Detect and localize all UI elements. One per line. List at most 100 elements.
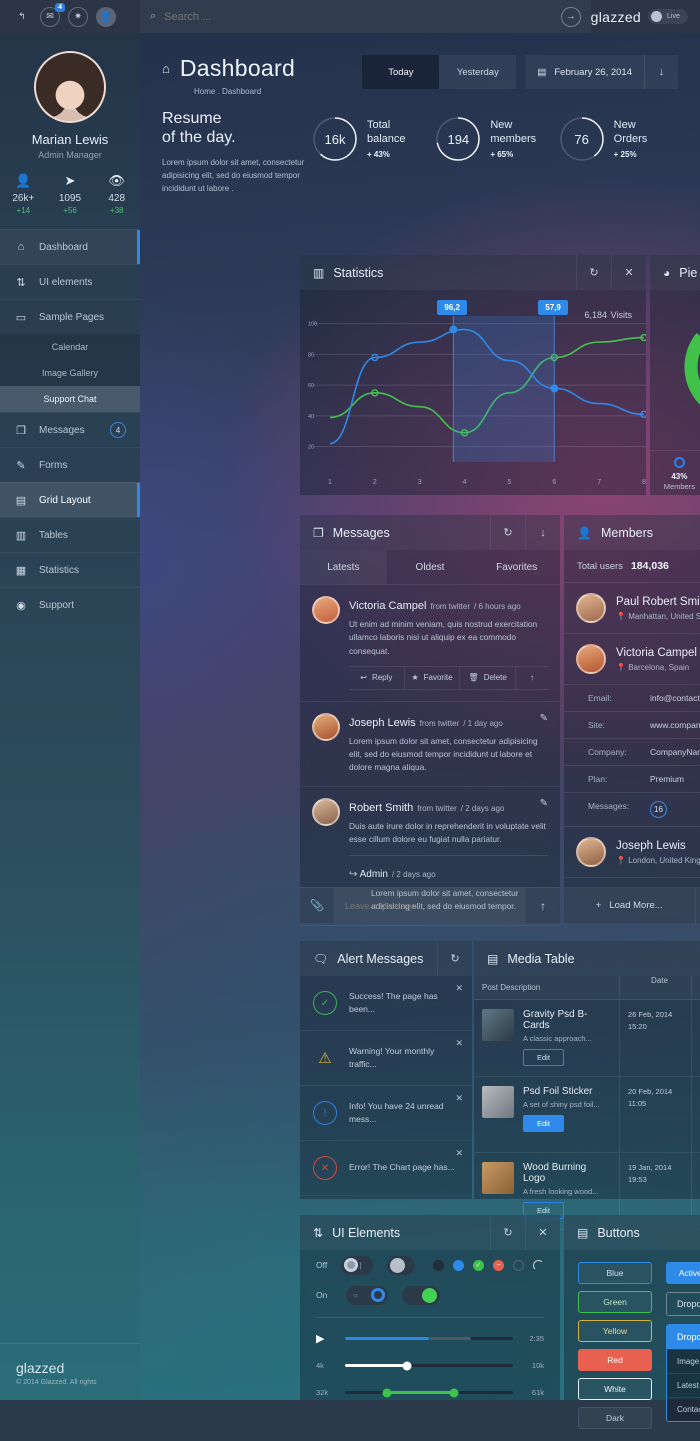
sidebar-item-label: Forms bbox=[39, 460, 67, 471]
tab-oldest[interactable]: Oldest bbox=[387, 550, 474, 584]
dropdown-closed[interactable]: Dropdown ↓ bbox=[666, 1292, 700, 1316]
sidebar-item-ui-elements[interactable]: ⇅UI elements bbox=[0, 264, 140, 299]
svg-text:8: 8 bbox=[642, 479, 646, 486]
tab-yesterday[interactable]: Yesterday bbox=[439, 55, 516, 89]
message-edit-icon[interactable]: ✎ bbox=[540, 713, 548, 724]
toggle-on[interactable] bbox=[402, 1286, 440, 1305]
media-edit-button[interactable]: Edit bbox=[523, 1049, 564, 1066]
message-item: Joseph Lewisfrom twitter/ 1 day agoLorem… bbox=[300, 702, 560, 787]
slider-track[interactable] bbox=[345, 1391, 513, 1394]
tab-latests[interactable]: Latests bbox=[300, 550, 387, 584]
slider-track[interactable] bbox=[345, 1337, 513, 1340]
slider-handle[interactable] bbox=[403, 1361, 412, 1370]
avatar[interactable] bbox=[34, 51, 106, 123]
member-row[interactable]: Joseph Lewis📍 London, United Kingdom+ bbox=[564, 827, 700, 878]
live-toggle[interactable]: Live bbox=[648, 9, 688, 24]
dot-blue[interactable] bbox=[453, 1260, 464, 1271]
dropdown-closed-label: Dropdown bbox=[677, 1299, 700, 1309]
alert-close-icon[interactable]: ✕ bbox=[455, 983, 463, 994]
member-row[interactable]: Victoria Campel📍 Barcelona, Spain✓↑ bbox=[564, 634, 700, 685]
attach-icon[interactable]: 📎 bbox=[300, 888, 334, 923]
media-column-header: Post Description bbox=[474, 976, 620, 999]
dropdown-option[interactable]: Latest Features bbox=[667, 1373, 700, 1397]
state-active[interactable]: Active bbox=[666, 1262, 700, 1284]
sidebar-item-grid-layout[interactable]: ▤Grid Layout bbox=[0, 482, 140, 517]
back-arrow-icon[interactable]: ↰ bbox=[12, 7, 32, 27]
message-input[interactable] bbox=[334, 888, 526, 923]
sidebar-item-forms[interactable]: ✎Forms bbox=[0, 447, 140, 482]
dot-green-check[interactable]: ✓ bbox=[473, 1260, 484, 1271]
button-dark[interactable]: Dark bbox=[578, 1407, 652, 1429]
dropdown-option[interactable]: Contact Us bbox=[667, 1397, 700, 1421]
user-icon[interactable]: 👤 bbox=[96, 7, 116, 27]
media-edit-button[interactable]: Edit bbox=[523, 1115, 564, 1132]
gear-icon[interactable]: ✷ bbox=[68, 7, 88, 27]
alert-close-icon[interactable]: ✕ bbox=[455, 1038, 463, 1049]
dot-red-minus[interactable]: − bbox=[493, 1260, 504, 1271]
search-go-button[interactable]: → bbox=[561, 7, 581, 27]
dot-dark[interactable] bbox=[433, 1260, 444, 1271]
search-bar[interactable]: ⌕ → bbox=[140, 0, 591, 33]
sidebar-item-messages[interactable]: ❐Messages4 bbox=[0, 412, 140, 447]
message-author: Robert Smith bbox=[349, 802, 413, 814]
button-green[interactable]: Green bbox=[578, 1291, 652, 1313]
dot-empty[interactable] bbox=[513, 1260, 524, 1271]
tab-favorites[interactable]: Favorites bbox=[473, 550, 560, 584]
statistics-close-button[interactable]: ✕ bbox=[611, 255, 646, 290]
button-yellow[interactable]: Yellow bbox=[578, 1320, 652, 1342]
statistics-refresh-button[interactable]: ↻ bbox=[576, 255, 611, 290]
ui-refresh-button[interactable]: ↻ bbox=[490, 1215, 525, 1250]
switch-on[interactable]: ○ bbox=[346, 1286, 388, 1305]
date-download-button[interactable]: ↓ bbox=[644, 55, 678, 89]
ui-close-button[interactable]: ✕ bbox=[525, 1215, 560, 1250]
alert-close-icon[interactable]: ✕ bbox=[455, 1093, 463, 1104]
message-action-delete[interactable]: 🗑Delete bbox=[460, 667, 516, 689]
message-action-reply[interactable]: ↩Reply bbox=[349, 667, 405, 689]
slider-handle[interactable] bbox=[450, 1388, 459, 1397]
slider-track[interactable] bbox=[345, 1364, 513, 1367]
dropdown-open-header[interactable]: Dropdown ↑ bbox=[667, 1325, 700, 1349]
button-blue[interactable]: Blue bbox=[578, 1262, 652, 1284]
tab-today[interactable]: Today bbox=[362, 55, 439, 89]
sidebar-item-dashboard[interactable]: ⌂Dashboard bbox=[0, 229, 140, 264]
message-author: Joseph Lewis bbox=[349, 717, 416, 729]
pie-chart-icon: ◕ bbox=[663, 266, 670, 280]
kpi-title: Totalbalance bbox=[367, 119, 406, 147]
members-search-button[interactable]: ⌕Search... bbox=[695, 888, 700, 923]
sidebar-item-tables[interactable]: ▥Tables bbox=[0, 517, 140, 552]
message-collapse-button[interactable]: ↑ bbox=[516, 667, 548, 689]
alert-close-icon[interactable]: ✕ bbox=[455, 1148, 463, 1159]
avatar bbox=[312, 596, 340, 624]
message-source: from twitter bbox=[417, 804, 457, 813]
message-edit-icon[interactable]: ✎ bbox=[540, 798, 548, 809]
members-loadmore-button[interactable]: +Load More... bbox=[564, 888, 695, 923]
avatar bbox=[576, 837, 606, 867]
slider-handle[interactable] bbox=[383, 1388, 392, 1397]
sidebar-subitem-image-gallery[interactable]: Image Gallery bbox=[0, 360, 140, 386]
sidebar-item-sample-pages[interactable]: ▭Sample Pages bbox=[0, 299, 140, 334]
legend-name: Members bbox=[650, 482, 700, 491]
sidebar-subitem-calendar[interactable]: Calendar bbox=[0, 334, 140, 360]
date-selector[interactable]: ▤ February 26, 2014 bbox=[525, 55, 644, 89]
sidebar-badge: 4 bbox=[110, 422, 126, 438]
sidebar-item-support[interactable]: ◉Support bbox=[0, 587, 140, 622]
button-red[interactable]: Red bbox=[578, 1349, 652, 1371]
message-source: from twitter bbox=[430, 602, 470, 611]
toggle-off[interactable] bbox=[387, 1256, 415, 1275]
dropdown-option[interactable]: Image Gallery bbox=[667, 1349, 700, 1373]
message-action-favorite[interactable]: ★Favorite bbox=[405, 667, 461, 689]
messages-refresh-button[interactable]: ↻ bbox=[490, 515, 525, 550]
sidebar-item-statistics[interactable]: ▦Statistics bbox=[0, 552, 140, 587]
home-icon: ⌂ bbox=[162, 61, 170, 76]
mail-icon[interactable]: ✉ 4 bbox=[40, 7, 60, 27]
messages-down-button[interactable]: ↓ bbox=[525, 515, 560, 550]
alerts-refresh-button[interactable]: ↻ bbox=[437, 941, 472, 976]
sidebar-subitem-support-chat[interactable]: Support Chat bbox=[0, 386, 140, 412]
sidebar-item-label: Sample Pages bbox=[39, 312, 104, 323]
search-input[interactable] bbox=[164, 11, 552, 23]
send-button[interactable]: ↑ bbox=[526, 888, 560, 923]
ui-elements-title: UI Elements bbox=[332, 1226, 400, 1240]
switch-off[interactable]: | bbox=[341, 1256, 372, 1275]
button-white[interactable]: White bbox=[578, 1378, 652, 1400]
member-row[interactable]: Paul Robert Smith📍 Manhattan, United Sta… bbox=[564, 583, 700, 634]
